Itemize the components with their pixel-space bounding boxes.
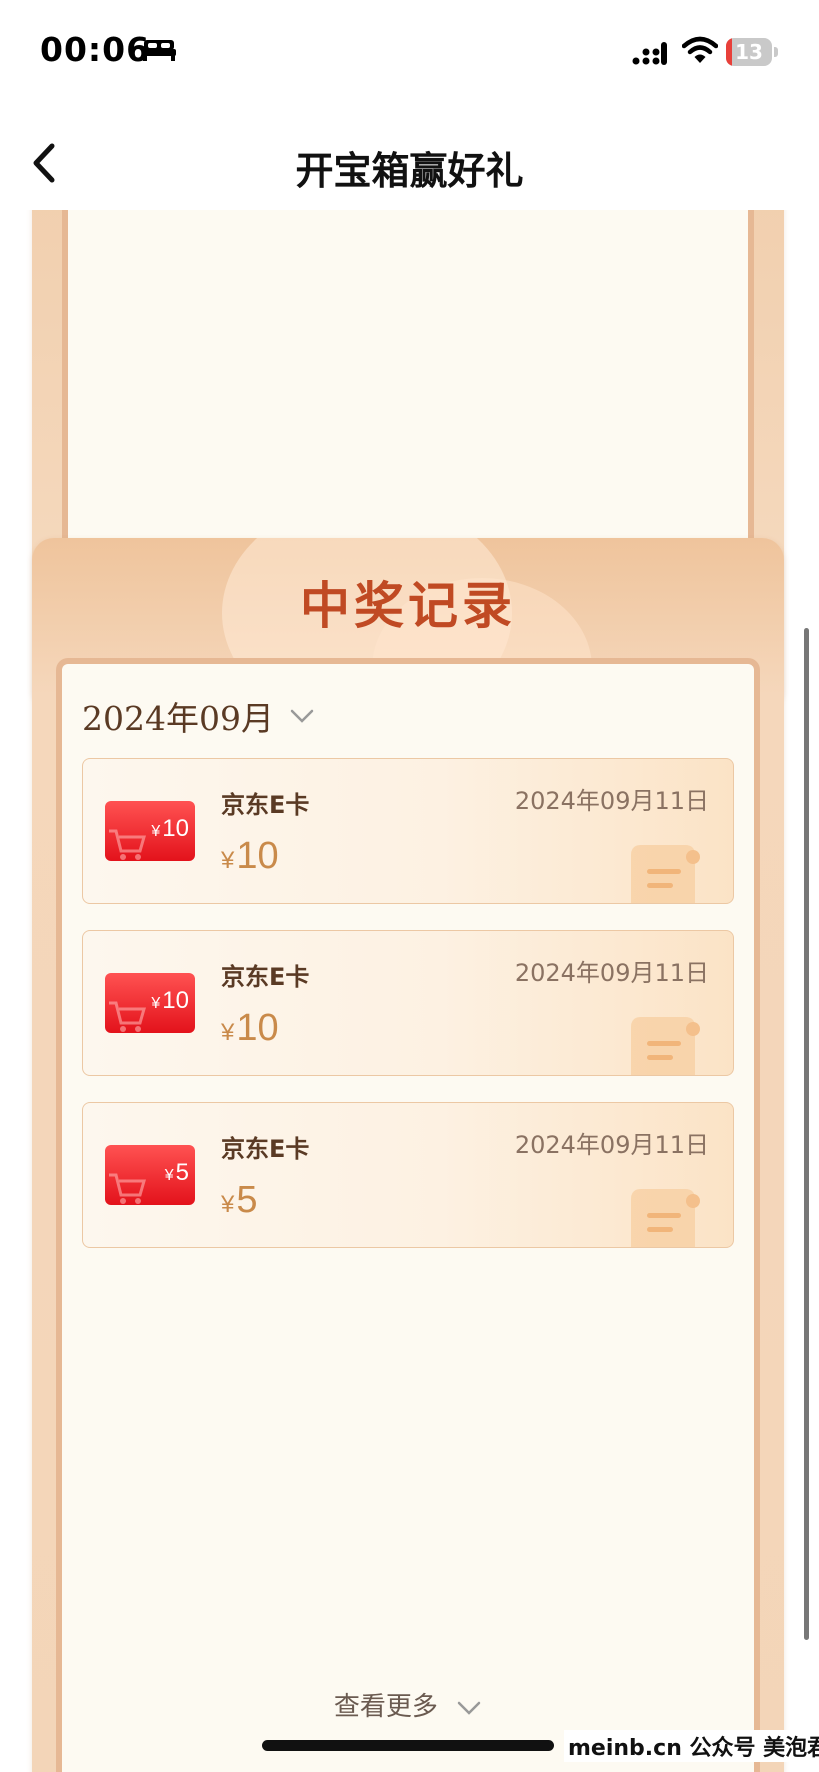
ticket-deco-icon — [631, 1189, 700, 1247]
shopping-cart-icon — [109, 829, 146, 860]
e-card-thumbnail: ¥10 — [105, 973, 195, 1033]
scroll-content[interactable]: ¥ ¥100 ¥ ¥50 ¥20 — [0, 210, 819, 1772]
record-name: 京东E卡 — [221, 1135, 310, 1163]
battery-level-text: 13 — [735, 40, 763, 64]
e-card-thumbnail: ¥10 — [105, 801, 195, 861]
record-currency: ¥ — [221, 847, 235, 874]
month-selector[interactable]: 2024年09月 — [82, 692, 315, 742]
record-date: 2024年09月11日 — [514, 1131, 709, 1159]
record-date: 2024年09月11日 — [514, 787, 709, 815]
thumb-currency: ¥ — [164, 1167, 174, 1184]
thumb-currency: ¥ — [151, 995, 161, 1012]
thumb-value: 10 — [162, 815, 189, 842]
record-currency: ¥ — [221, 1019, 235, 1046]
watermark-text: meinb.cn 公众号 美泡君 — [564, 1730, 819, 1762]
record-amount: 5 — [236, 1179, 258, 1221]
navigation-bar: 开宝箱赢好礼 — [0, 120, 819, 210]
cellular-signal-icon — [632, 42, 667, 65]
battery-indicator: 13 — [726, 38, 778, 66]
record-item[interactable]: ¥10 京东E卡 ¥10 2024年09月11日 — [82, 930, 734, 1076]
record-item[interactable]: ¥10 京东E卡 ¥10 2024年09月11日 — [82, 758, 734, 904]
vertical-scrollbar[interactable] — [804, 628, 809, 1640]
status-time: 00:06 — [40, 30, 151, 69]
winning-records-panel: 中奖记录 2024年09月 ¥10 京东E卡 ¥10 2024年09月11日 ¥… — [32, 538, 784, 1772]
status-bar: 00:06 13 — [0, 0, 819, 100]
thumb-currency: ¥ — [151, 823, 161, 840]
sleep-focus-icon — [142, 40, 176, 61]
record-amount: 10 — [236, 1007, 279, 1049]
chevron-down-icon — [457, 1701, 481, 1715]
records-title: 中奖记录 — [300, 576, 516, 635]
record-name: 京东E卡 — [221, 791, 310, 819]
record-amount: 10 — [236, 835, 279, 877]
record-currency: ¥ — [221, 1191, 235, 1218]
thumb-value: 5 — [175, 1159, 189, 1186]
ticket-deco-icon — [631, 845, 700, 903]
page-title: 开宝箱赢好礼 — [295, 149, 524, 193]
e-card-thumbnail: ¥5 — [105, 1145, 195, 1205]
records-list-container: 2024年09月 ¥10 京东E卡 ¥10 2024年09月11日 ¥10 京东… — [56, 658, 760, 1772]
record-item[interactable]: ¥5 京东E卡 ¥5 2024年09月11日 — [82, 1102, 734, 1248]
record-date: 2024年09月11日 — [514, 959, 709, 987]
thumb-value: 10 — [162, 987, 189, 1014]
shopping-cart-icon — [109, 1173, 146, 1204]
ticket-deco-icon — [631, 1017, 700, 1075]
see-more-button[interactable]: 查看更多 — [62, 1686, 754, 1723]
see-more-label: 查看更多 — [333, 1692, 438, 1722]
shopping-cart-icon — [109, 1001, 146, 1032]
record-name: 京东E卡 — [221, 963, 310, 991]
wifi-icon — [682, 36, 718, 63]
home-indicator[interactable] — [262, 1740, 554, 1751]
month-label: 2024年09月 — [82, 699, 274, 738]
chevron-down-icon — [290, 709, 314, 723]
